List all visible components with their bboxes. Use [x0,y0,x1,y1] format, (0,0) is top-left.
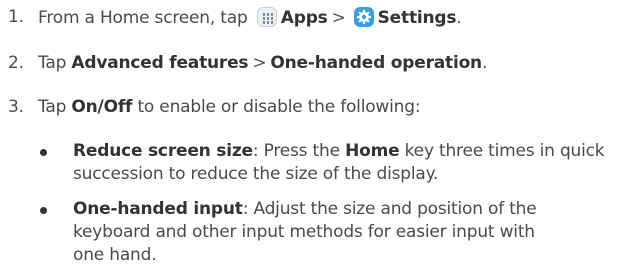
bullet-dot [40,149,47,156]
step-number: 1. [8,7,24,27]
on-off-label: On/Off [71,97,133,117]
step-text: From a Home screen, tap Apps > Settings. [38,7,462,28]
home-key-label: Home [345,141,400,161]
step-text: Tap Advanced features > One-handed operati… [38,53,488,73]
bullet-line: succession to reduce the size of the dis… [73,164,439,184]
step-number: 2. [8,53,24,73]
step-number: 3. [8,97,24,117]
bullet-term: Reduce screen size [73,141,253,161]
apps-label: Apps [280,8,328,28]
settings-label: Settings [377,8,457,28]
one-handed-operation-label: One-handed operation [270,53,482,73]
bullet-dot [40,207,47,214]
bullet-line: one hand. [73,245,157,265]
advanced-features-label: Advanced features [71,53,249,73]
instructions-document: 1. From a Home screen, tap Apps > Settin… [8,7,605,265]
settings-gear-icon [353,7,374,27]
bullet-term: One-handed input [73,199,243,219]
step-text: Tap On/Off to enable or disable the foll… [38,97,421,117]
apps-grid-icon [256,7,277,27]
bullet-line: keyboard and other input methods for eas… [73,222,535,242]
